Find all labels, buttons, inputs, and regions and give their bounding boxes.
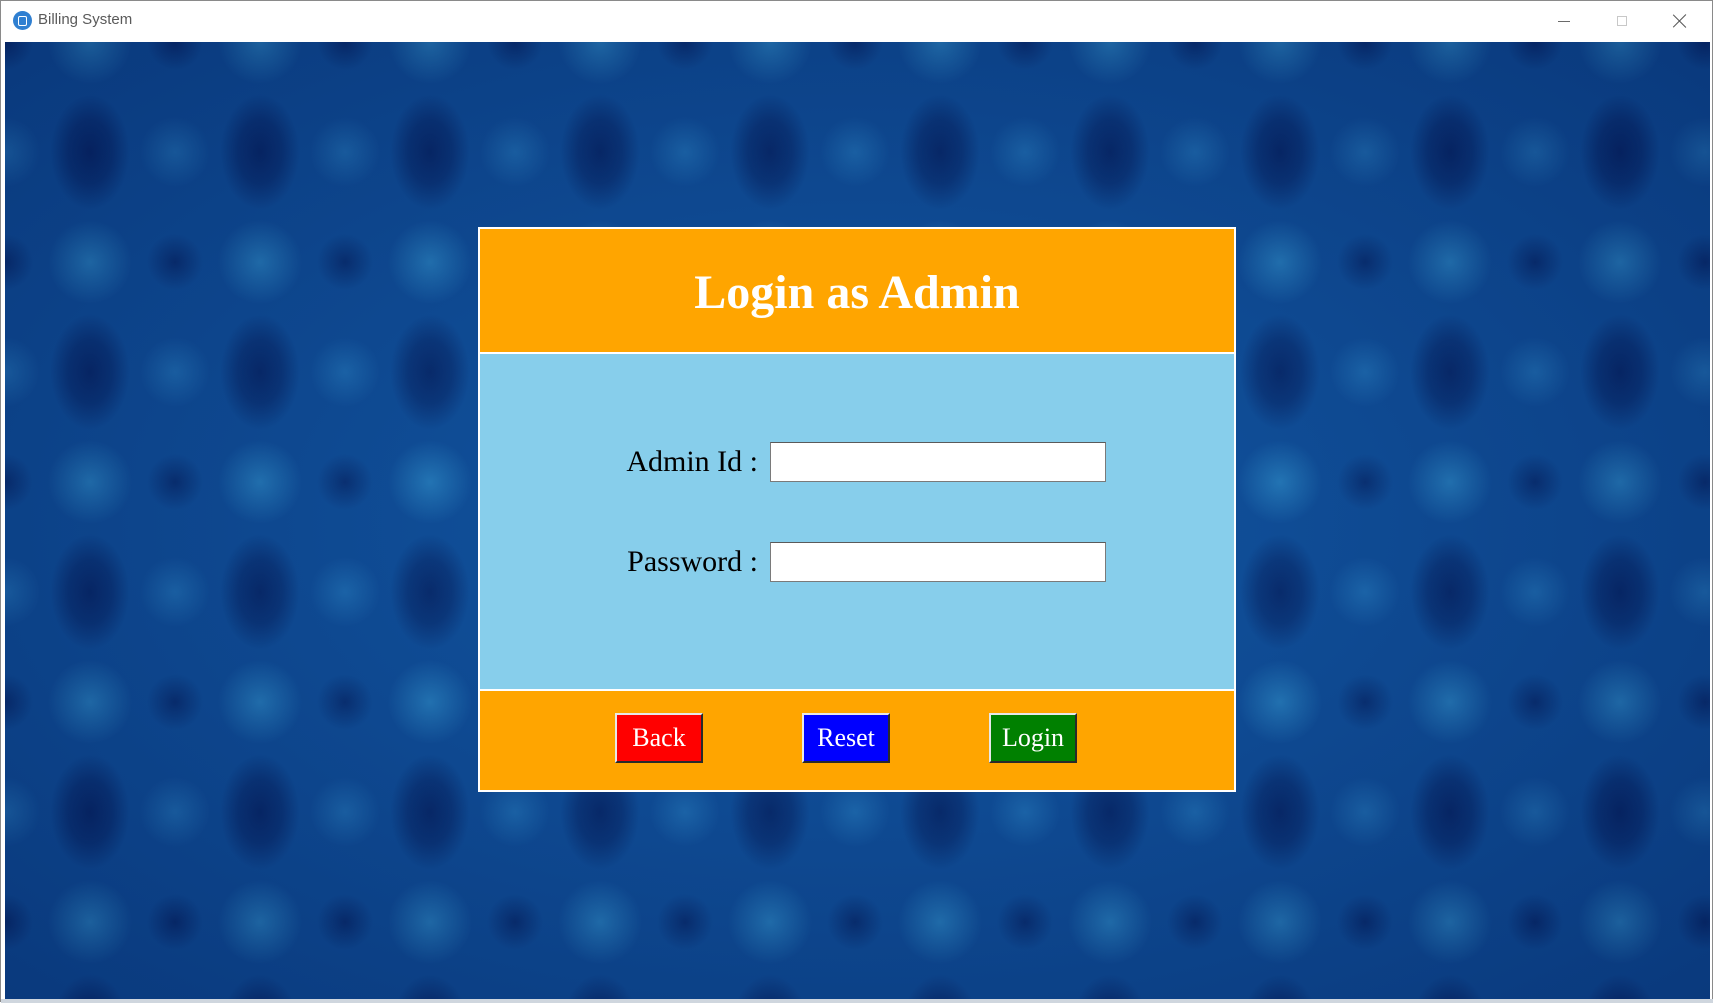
- bottom-edge: [1, 999, 1713, 1003]
- login-header: Login as Admin: [480, 229, 1234, 354]
- close-icon: [1673, 14, 1687, 28]
- window-title: Billing System: [38, 11, 133, 28]
- minimize-button[interactable]: [1535, 1, 1593, 41]
- login-footer: Back Reset Login: [480, 689, 1234, 790]
- app-window: Billing System Login as Admin Admin Id :…: [0, 0, 1713, 1003]
- password-input[interactable]: [770, 542, 1106, 582]
- maximize-button[interactable]: [1593, 1, 1651, 41]
- minimize-icon: [1558, 20, 1570, 22]
- login-panel: Login as Admin Admin Id : Password : Bac…: [478, 227, 1236, 792]
- reset-button[interactable]: Reset: [802, 713, 890, 763]
- admin-id-input[interactable]: [770, 442, 1106, 482]
- admin-id-label: Admin Id :: [626, 445, 758, 478]
- wallpaper-background: Login as Admin Admin Id : Password : Bac…: [5, 42, 1710, 1001]
- login-button[interactable]: Login: [989, 713, 1077, 763]
- maximize-icon: [1617, 16, 1627, 26]
- password-row: Password :: [480, 542, 1234, 582]
- password-label: Password :: [627, 545, 758, 578]
- back-button[interactable]: Back: [615, 713, 703, 763]
- close-button[interactable]: [1651, 1, 1709, 41]
- title-bar[interactable]: Billing System: [1, 1, 1712, 41]
- admin-id-row: Admin Id :: [480, 442, 1234, 482]
- login-title: Login as Admin: [694, 266, 1020, 319]
- app-icon: [13, 11, 32, 30]
